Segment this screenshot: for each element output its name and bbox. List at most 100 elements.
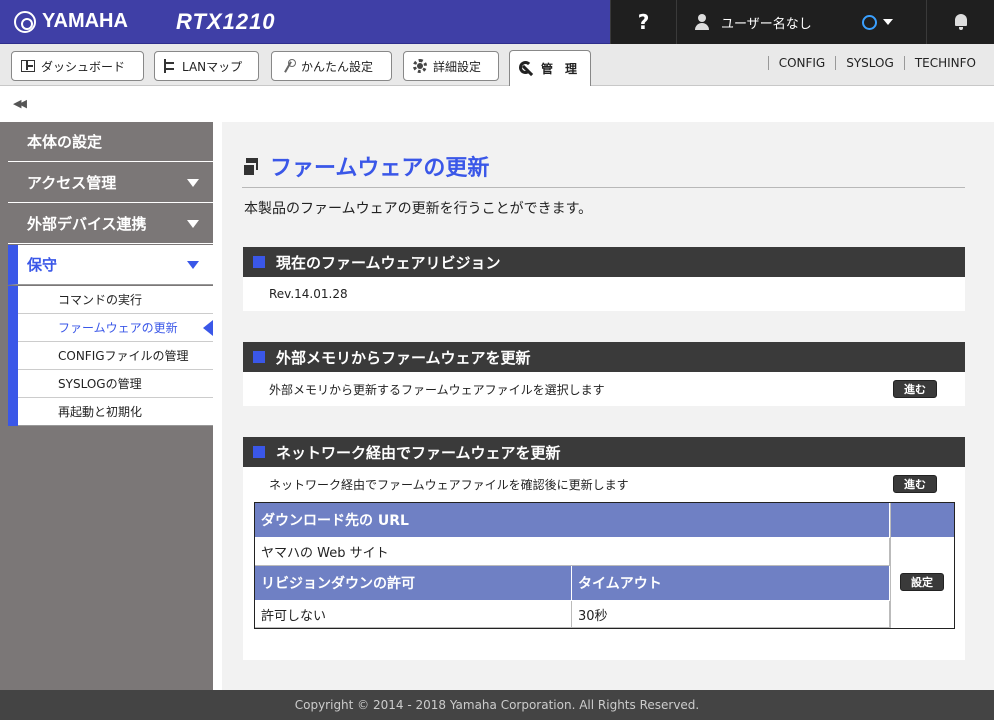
section-title: 外部メモリからファームウェアを更新 — [276, 348, 531, 367]
tab-label: ダッシュボード — [41, 59, 126, 74]
network-update-section: ネットワーク経由でファームウェアを更新 ネットワーク経由でファームウェアファイル… — [243, 437, 965, 660]
chevron-down-icon — [187, 179, 199, 187]
tab-dashboard[interactable]: ダッシュボード — [11, 51, 144, 81]
status-ring-icon — [861, 14, 877, 30]
top-right-controls: ? ユーザー名なし — [610, 0, 994, 44]
page-title-icon — [242, 157, 258, 177]
chevron-down-icon — [187, 220, 199, 228]
url-header: ダウンロード先の URL — [255, 503, 890, 538]
model-name: RTX1210 — [176, 9, 276, 34]
lan-map-icon — [164, 59, 176, 73]
url-value: ヤマハの Web サイト — [255, 538, 890, 566]
breadcrumb-strip: ◀◀ — [0, 86, 994, 122]
status-dropdown[interactable] — [861, 14, 893, 30]
sidebar-item-label: アクセス管理 — [27, 174, 117, 192]
downgrade-value: 許可しない — [255, 601, 572, 628]
sidebar-item-device-settings[interactable]: 本体の設定 — [8, 122, 213, 162]
subitem-reboot-reset[interactable]: 再起動と初期化 — [18, 398, 213, 426]
table-action-column: 設定 — [890, 503, 954, 628]
tab-advanced-settings[interactable]: 詳細設定 — [403, 51, 499, 81]
section-text: ネットワーク経由でファームウェアファイルを確認後に更新します — [269, 477, 629, 492]
action-header — [891, 503, 954, 538]
section-bullet-icon — [253, 351, 265, 363]
table-row: ヤマハの Web サイト — [255, 538, 954, 566]
table-row: ダウンロード先の URL — [255, 503, 954, 538]
tab-lan-map[interactable]: LANマップ — [154, 51, 259, 81]
main-content: ファームウェアの更新 本製品のファームウェアの更新を行うことができます。 現在の… — [222, 122, 994, 690]
settings-button[interactable]: 設定 — [900, 573, 944, 591]
tab-label: LANマップ — [182, 59, 243, 74]
subitem-label: 再起動と初期化 — [58, 405, 143, 419]
tab-label: 管 理 — [541, 62, 578, 76]
config-link[interactable]: CONFIG — [767, 56, 836, 70]
chevron-down-icon — [187, 261, 199, 269]
user-icon — [695, 14, 709, 30]
tab-label: かんたん設定 — [301, 59, 374, 74]
current-revision-section: 現在のファームウェアリビジョン Rev.14.01.28 — [243, 247, 965, 311]
subitem-label: ファームウェアの更新 — [58, 321, 178, 335]
table-row: 許可しない 30秒 — [255, 601, 954, 628]
page-description: 本製品のファームウェアの更新を行うことができます。 — [244, 201, 593, 217]
section-title: 現在のファームウェアリビジョン — [276, 253, 501, 272]
page-header: ファームウェアの更新 — [242, 144, 965, 188]
subitem-firmware-update[interactable]: ファームウェアの更新 — [18, 314, 213, 342]
yamaha-logo: YAMAHA — [14, 10, 128, 33]
timeout-header: タイムアウト — [572, 566, 890, 601]
external-memory-row: 外部メモリから更新するファームウェアファイルを選択します 進む — [243, 372, 965, 406]
sidebar-item-external-devices[interactable]: 外部デバイス連携 — [8, 204, 213, 244]
section-header: ネットワーク経由でファームウェアを更新 — [243, 437, 965, 467]
page-title: ファームウェアの更新 — [270, 155, 490, 181]
section-header: 外部メモリからファームウェアを更新 — [243, 342, 965, 372]
sidebar-item-label: 保守 — [27, 256, 58, 274]
sidebar-item-maintenance[interactable]: 保守 — [8, 245, 213, 285]
table-row: リビジョンダウンの許可 タイムアウト — [255, 566, 954, 601]
tab-management[interactable]: 管 理 — [509, 50, 591, 86]
top-bar: YAMAHA RTX1210 ? ユーザー名なし — [0, 0, 994, 44]
section-bullet-icon — [253, 256, 265, 268]
collapse-sidebar-icon[interactable]: ◀◀ — [13, 97, 27, 110]
downgrade-header: リビジョンダウンの許可 — [255, 566, 572, 601]
tab-easy-setup[interactable]: かんたん設定 — [271, 51, 392, 81]
brand-area: YAMAHA RTX1210 — [0, 0, 610, 44]
notification-button[interactable] — [926, 0, 994, 44]
wrench-icon — [519, 60, 535, 77]
syslog-link[interactable]: SYSLOG — [835, 56, 904, 70]
techinfo-link[interactable]: TECHINFO — [903, 56, 986, 70]
network-settings-table: ダウンロード先の URL ヤマハの Web サイト リビジョンダウンの許可 タイ… — [254, 502, 955, 629]
revision-value: Rev.14.01.28 — [269, 287, 348, 301]
nav-bar: ダッシュボード LANマップ かんたん設定 詳細設定 管 理 CONFIG SY… — [0, 44, 994, 86]
maintenance-submenu: コマンドの実行 ファームウェアの更新 CONFIGファイルの管理 SYSLOGの… — [8, 286, 213, 426]
subitem-label: SYSLOGの管理 — [58, 377, 142, 391]
sidebar-item-label: 外部デバイス連携 — [27, 215, 147, 233]
section-title: ネットワーク経由でファームウェアを更新 — [276, 443, 561, 462]
sidebar-item-access-management[interactable]: アクセス管理 — [8, 163, 213, 203]
sidebar-item-label: 本体の設定 — [27, 133, 103, 151]
gear-icon — [413, 59, 427, 73]
user-menu[interactable]: ユーザー名なし — [676, 0, 926, 44]
sidebar: 本体の設定 アクセス管理 外部デバイス連携 保守 コマンドの実行 ファームウェア… — [0, 122, 222, 690]
subitem-command-exec[interactable]: コマンドの実行 — [18, 286, 213, 314]
timeout-value: 30秒 — [572, 601, 890, 628]
top-links: CONFIG SYSLOG TECHINFO — [767, 56, 986, 70]
bell-icon — [954, 14, 968, 30]
footer: Copyright © 2014 - 2018 Yamaha Corporati… — [0, 690, 994, 720]
section-bullet-icon — [253, 446, 265, 458]
external-memory-section: 外部メモリからファームウェアを更新 外部メモリから更新するファームウェアファイル… — [243, 342, 965, 406]
network-update-row: ネットワーク経由でファームウェアファイルを確認後に更新します 進む — [243, 467, 965, 501]
subitem-label: コマンドの実行 — [58, 293, 143, 307]
section-text: 外部メモリから更新するファームウェアファイルを選択します — [269, 382, 605, 397]
copyright: Copyright © 2014 - 2018 Yamaha Corporati… — [294, 698, 700, 712]
yamaha-emblem-icon — [14, 10, 36, 33]
chevron-down-icon — [882, 19, 893, 25]
wand-icon — [281, 59, 296, 73]
help-button[interactable]: ? — [610, 0, 676, 44]
network-go-button[interactable]: 進む — [893, 475, 937, 493]
subitem-syslog[interactable]: SYSLOGの管理 — [18, 370, 213, 398]
tab-label: 詳細設定 — [433, 59, 482, 74]
subitem-label: CONFIGファイルの管理 — [58, 349, 189, 363]
revision-row: Rev.14.01.28 — [243, 277, 965, 311]
external-go-button[interactable]: 進む — [893, 380, 937, 398]
user-name: ユーザー名なし — [721, 16, 812, 32]
subitem-config-file[interactable]: CONFIGファイルの管理 — [18, 342, 213, 370]
dashboard-icon — [21, 60, 35, 72]
